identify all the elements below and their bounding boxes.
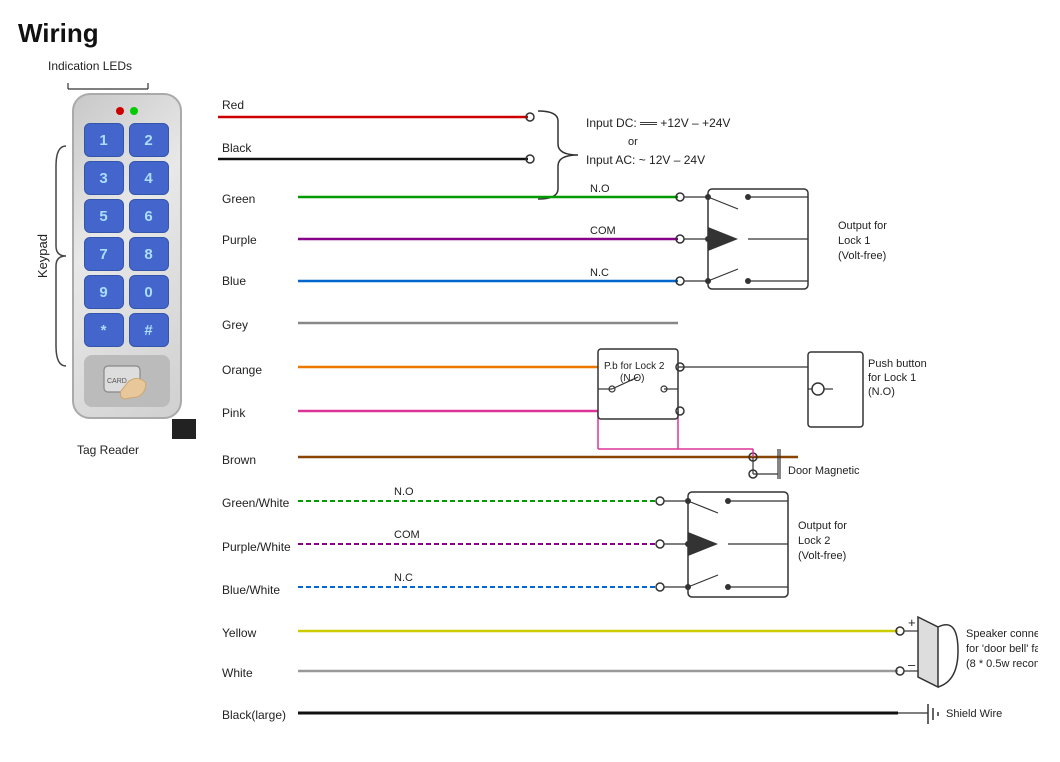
wire-label-purple: Purple (222, 233, 257, 247)
nc-label-1: N.C (590, 267, 609, 279)
no-label-2: N.O (394, 486, 414, 498)
pb-lock1-text1: Push button (868, 358, 927, 370)
pb-lock2-text2: (N.O) (620, 373, 644, 384)
speaker-label-2: for 'door bell' facility (966, 643, 1038, 655)
device-body: 1 2 3 4 5 6 7 8 9 0 * # (72, 93, 182, 419)
card-icon: CARD (99, 361, 154, 401)
wiring-area: Input DC: ══ +12V – +24V or Input AC: ~ … (218, 59, 1050, 752)
key-7: 7 (84, 237, 124, 271)
wire-label-yellow: Yellow (222, 626, 257, 640)
key-6: 6 (129, 199, 169, 233)
key-5: 5 (84, 199, 124, 233)
key-0: 0 (129, 275, 169, 309)
indication-leds-label: Indication LEDs (48, 59, 132, 73)
wire-label-brown: Brown (222, 453, 256, 467)
led-red (116, 107, 124, 115)
key-star: * (84, 313, 124, 347)
wire-label-white: White (222, 666, 253, 680)
key-8: 8 (129, 237, 169, 271)
connector-strip (172, 419, 196, 439)
wire-label-purple-white: Purple/White (222, 540, 291, 554)
nc-label-2: N.C (394, 572, 413, 584)
speaker-label-1: Speaker connection (966, 628, 1038, 640)
speaker-icon (918, 617, 938, 687)
key-hash: # (129, 313, 169, 347)
wire-label-pink: Pink (222, 406, 246, 420)
wire-label-black-large: Black(large) (222, 708, 286, 722)
or-label: or (628, 136, 638, 148)
key-3: 3 (84, 161, 124, 195)
com-label-1: COM (590, 225, 616, 237)
input-dc-label: Input DC: ══ +12V – +24V (586, 116, 730, 130)
lock1-label-2: Lock 1 (838, 235, 870, 247)
wire-label-blue-white: Blue/White (222, 583, 280, 597)
speaker-label-3: (8 * 0.5w recommended) (966, 658, 1038, 670)
lock2-label-3: (Volt-free) (798, 550, 846, 562)
keypad-wrapper: Keypad 1 2 3 4 5 6 7 8 9 (35, 93, 182, 419)
wire-label-green: Green (222, 192, 255, 206)
plus-label: + (908, 615, 916, 630)
shield-wire-label: Shield Wire (946, 708, 1002, 720)
minus-label: – (908, 657, 916, 672)
wire-label-blue: Blue (222, 274, 246, 288)
wire-label-black: Black (222, 141, 252, 155)
svg-text:CARD: CARD (107, 378, 127, 385)
key-1: 1 (84, 123, 124, 157)
lock1-label-3: (Volt-free) (838, 250, 886, 262)
no-label-1: N.O (590, 183, 610, 195)
page-title: Wiring (0, 0, 1060, 49)
pb-lock1-text3: (N.O) (868, 386, 895, 398)
leds-row (84, 107, 170, 115)
key-4: 4 (129, 161, 169, 195)
pb-lock1-text2: for Lock 1 (868, 372, 916, 384)
lock2-label-1: Output for (798, 520, 847, 532)
led-green (130, 107, 138, 115)
keypad-grid: 1 2 3 4 5 6 7 8 9 0 * # (84, 123, 170, 347)
tag-reader-area: CARD (84, 355, 170, 407)
wire-label-orange: Orange (222, 363, 262, 377)
keypad-section: Indication LEDs Keypad 1 2 3 (18, 59, 198, 752)
lock2-label-2: Lock 2 (798, 535, 830, 547)
pb-lock2-box (598, 349, 678, 419)
wire-label-green-white: Green/White (222, 496, 290, 510)
door-magnetic-label: Door Magnetic (788, 465, 860, 477)
lock1-label-1: Output for (838, 220, 887, 232)
wiring-diagram: Input DC: ══ +12V – +24V or Input AC: ~ … (218, 59, 1038, 749)
keypad-label: Keypad (35, 234, 50, 278)
pb-lock1-box (808, 352, 863, 427)
input-ac-label: Input AC: ~ 12V – 24V (586, 153, 705, 167)
wire-label-red: Red (222, 98, 244, 112)
com-label-2: COM (394, 529, 420, 541)
tag-reader-label: Tag Reader (77, 443, 139, 457)
key-9: 9 (84, 275, 124, 309)
pb-lock2-text1: P.b for Lock 2 (604, 361, 665, 372)
key-2: 2 (129, 123, 169, 157)
wire-label-grey: Grey (222, 318, 248, 332)
